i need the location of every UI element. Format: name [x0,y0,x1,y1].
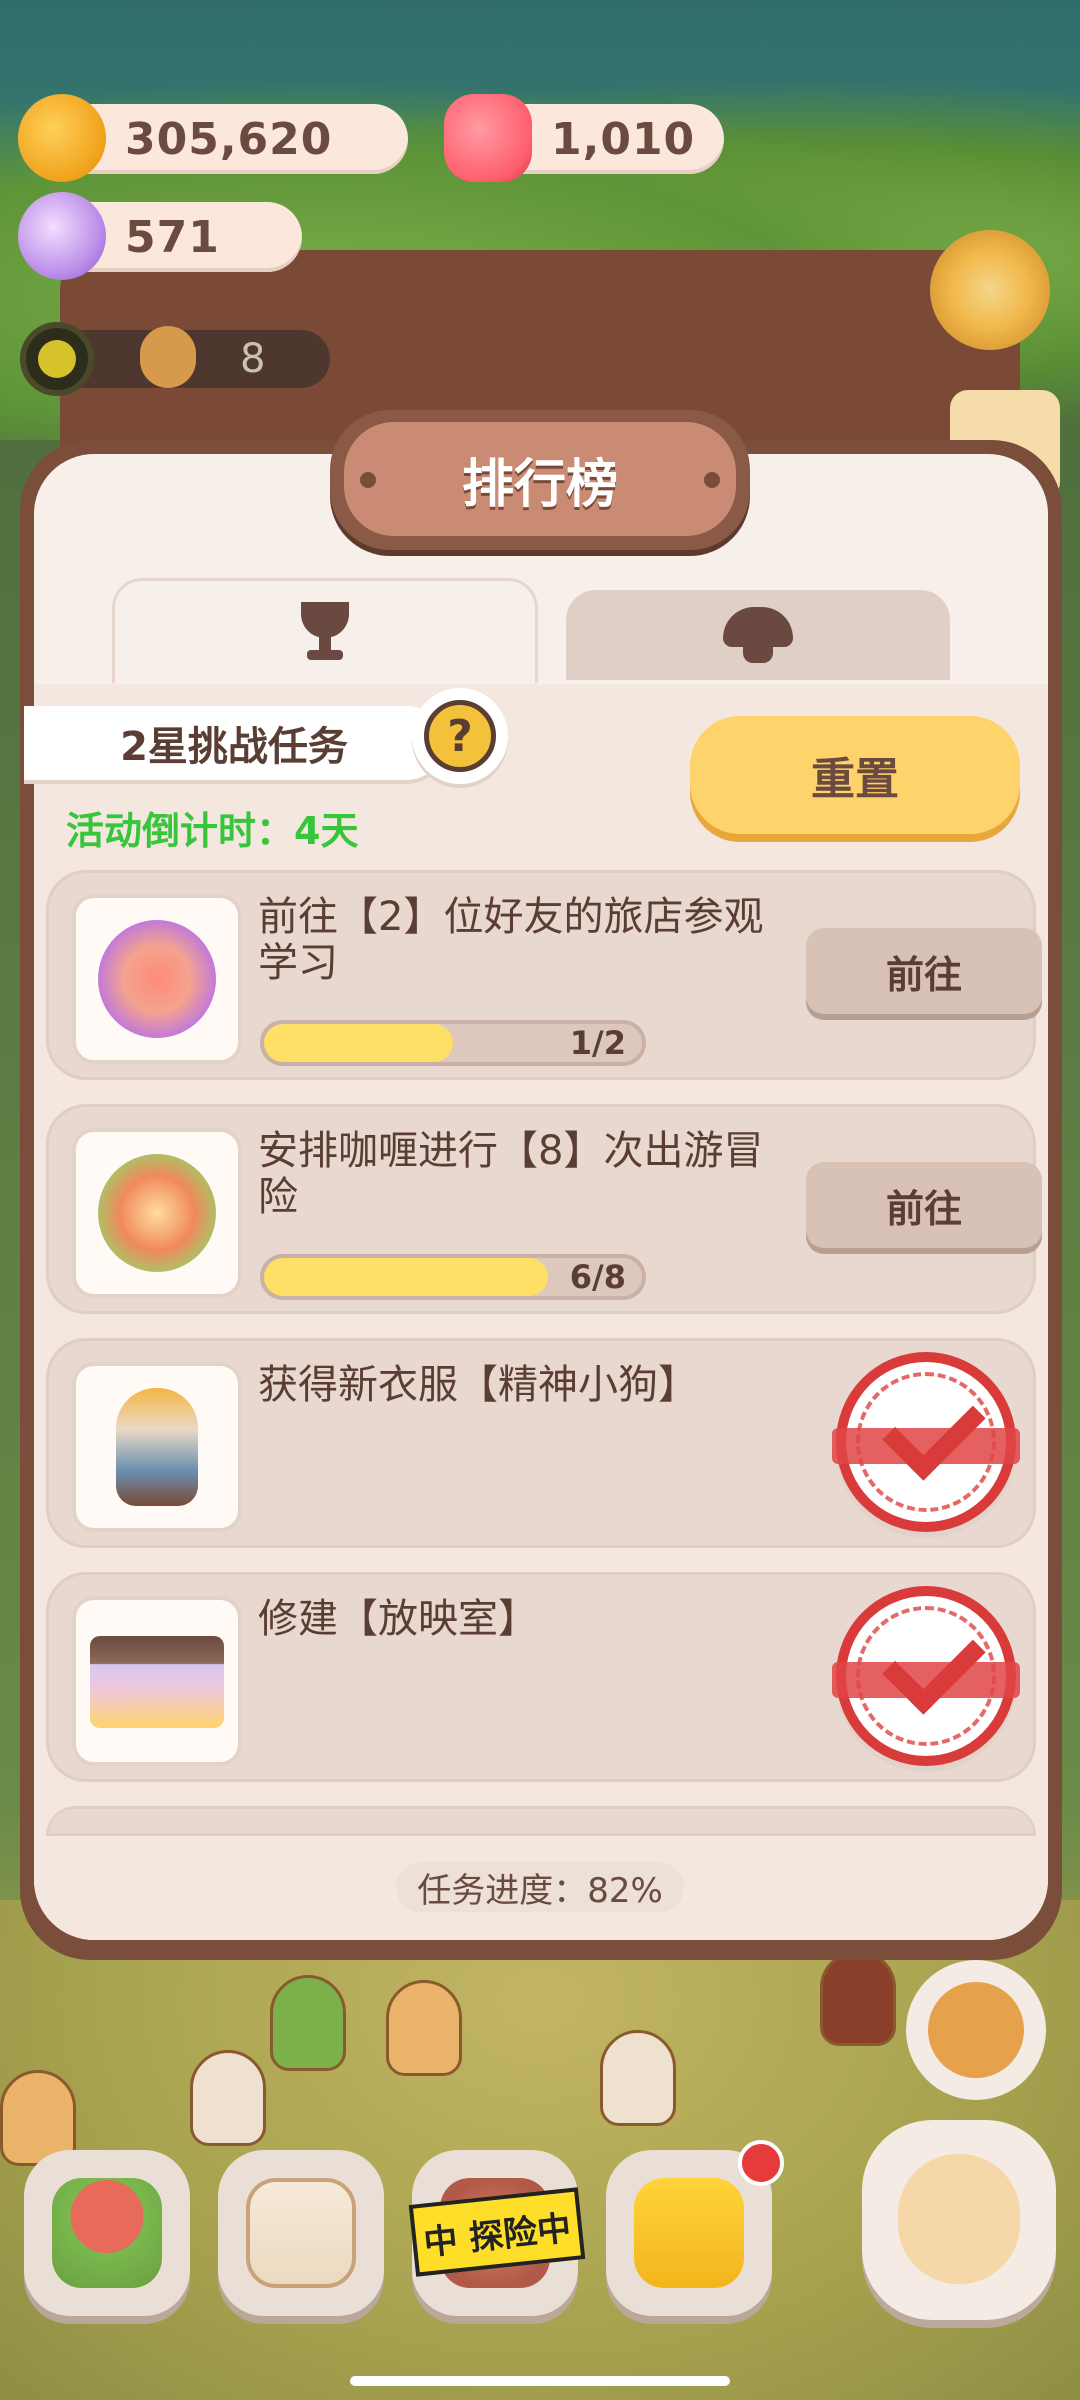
completed-stamp [832,1586,1020,1766]
background-character [386,1980,462,2076]
page-title: 排行榜 [461,454,618,515]
task-row: 修建【放映室】 [46,1572,1036,1782]
go-label: 前往 [885,1186,962,1231]
exploring-text: 中 探险中 [421,2207,573,2264]
checkmark-icon [882,1611,986,1715]
task-row-partial [46,1806,1036,1836]
handshake-icon [98,920,216,1038]
checkmark-icon [882,1377,986,1481]
background-character [600,2030,676,2126]
energy-ring-icon [20,322,94,396]
cookie-currency[interactable]: 305,620 [18,94,408,182]
progress-fill [264,1024,453,1062]
candy-crystal-icon [18,192,106,280]
crystal-currency[interactable]: 571 [18,192,302,280]
puppy-outfit-icon [116,1388,198,1506]
task-progress-summary: 任务进度：82% [396,1862,684,1912]
trophy-icon [295,602,355,662]
energy-indicator[interactable]: 8 [20,322,330,396]
pet-button[interactable] [862,2120,1056,2320]
house-icon [52,2178,162,2288]
challenge-label: 2星挑战任务 [24,706,444,780]
background-character [190,2050,266,2146]
task-thumbnail [72,1596,242,1766]
task-title: 修建【放映室】 [258,1596,538,1642]
pet-notice-button[interactable] [906,1960,1046,2100]
task-row: 安排咖喱进行【8】次出游冒险 6/8 前往 [46,1104,1042,1314]
task-title: 获得新衣服【精神小狗】 [258,1362,698,1408]
diary-icon [246,2178,356,2288]
task-title: 安排咖喱进行【8】次出游冒险 [258,1128,764,1220]
challenge-text: 2星挑战任务 [120,724,348,770]
cookie-icon [18,94,106,182]
home-indicator[interactable] [350,2376,730,2386]
cookie-count: 305,620 [125,113,333,165]
go-label: 前往 [885,952,962,997]
reset-button[interactable]: 重置 [690,716,1020,834]
trophy-base [307,650,343,660]
pet-icon [898,2154,1020,2284]
task-thumbnail [72,1128,242,1298]
notification-badge [738,2140,784,2186]
progress-fill [264,1258,548,1296]
reset-label: 重置 [811,754,899,805]
title-plate: 排行榜 [330,410,750,550]
trophy-cup [301,602,349,638]
progress-text: 1/2 [569,1024,626,1062]
task-progress-bar: 6/8 [260,1254,646,1300]
nav-house-button[interactable] [24,2150,190,2316]
mushroom-icon [723,607,793,663]
event-countdown: 活动倒计时：4天 [66,809,359,853]
title-plate-inner: 排行榜 [344,422,736,536]
task-row: 获得新衣服【精神小狗】 [46,1338,1036,1548]
task-thumbnail [72,1362,242,1532]
mushroom-stalk [743,643,773,663]
energy-count: 8 [240,336,266,382]
character-head-icon [140,326,196,388]
task-thumbnail [72,894,242,1064]
trophy-stem [319,636,331,650]
screening-room-icon [90,1636,224,1728]
go-button[interactable]: 前往 [806,1162,1042,1248]
go-button[interactable]: 前往 [806,928,1042,1014]
rivet-icon [360,472,376,488]
progress-text: 6/8 [569,1258,626,1296]
completed-stamp [832,1352,1020,1532]
tab-mushroom[interactable] [566,590,950,680]
mushroom-cap [723,607,793,647]
shop-bag-icon [634,2178,744,2288]
nav-diary-button[interactable] [218,2150,384,2316]
background-character [270,1975,346,2071]
adventure-character-icon [98,1154,216,1272]
rivet-icon [704,472,720,488]
gem-count: 1,010 [551,113,696,165]
task-progress-text: 任务进度：82% [417,1870,663,1911]
help-button[interactable]: ? [412,688,508,784]
settings-gear-icon[interactable] [930,230,1050,350]
task-row: 前往【2】位好友的旅店参观学习 1/2 前往 [46,870,1042,1080]
cat-face-icon [928,1982,1024,2078]
gem-currency[interactable]: 1,010 [444,94,724,182]
background-character [820,1950,896,2046]
question-icon: ? [424,700,496,772]
candle-gem-icon [444,94,532,182]
crystal-count: 571 [125,211,220,263]
tab-trophy[interactable] [112,578,538,683]
task-title: 前往【2】位好友的旅店参观学习 [258,894,764,986]
task-progress-bar: 1/2 [260,1020,646,1066]
